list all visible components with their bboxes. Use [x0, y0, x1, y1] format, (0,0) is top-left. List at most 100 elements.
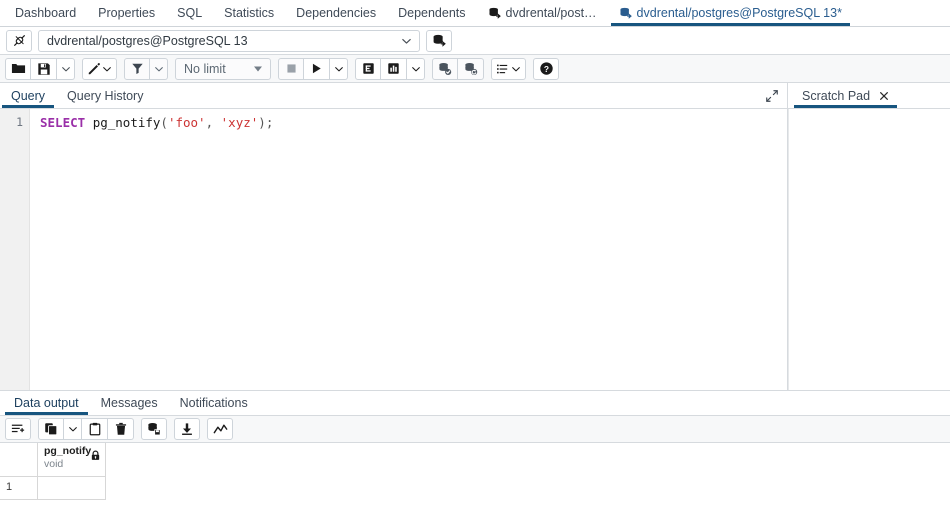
- row-limit-value: No limit: [184, 62, 226, 76]
- expand-panel-button[interactable]: [765, 83, 779, 108]
- connection-status-button[interactable]: [6, 30, 32, 52]
- macros-icon: [496, 62, 510, 76]
- explain-button-group: [355, 58, 425, 80]
- scratch-pad-textarea[interactable]: [788, 109, 950, 390]
- execute-button[interactable]: [304, 58, 330, 80]
- tab-messages[interactable]: Messages: [90, 391, 169, 415]
- tab-query-history[interactable]: Query History: [56, 83, 154, 108]
- chevron-down-icon: [61, 64, 71, 74]
- copy-icon: [44, 422, 58, 436]
- sql-token-keyword: SELECT: [40, 115, 85, 130]
- explain-analyze-button[interactable]: [381, 58, 407, 80]
- editor-scratch-split: Query Query History: [0, 83, 950, 390]
- save-data-icon: [147, 422, 161, 436]
- rollback-icon: [464, 62, 478, 76]
- sql-token-function: pg_notify: [93, 115, 161, 130]
- output-tab-bar: Data output Messages Notifications: [0, 390, 950, 416]
- download-button[interactable]: [174, 418, 200, 440]
- editor-tab-bar: Query Query History: [0, 83, 787, 109]
- manage-connections-button[interactable]: [426, 30, 452, 52]
- column-header-pg-notify[interactable]: pg_notify void: [38, 443, 106, 477]
- tab-label: SQL: [177, 7, 202, 20]
- database-icon: [488, 7, 501, 20]
- explain-dropdown[interactable]: [407, 58, 425, 80]
- sql-token-string: 'xyz': [221, 115, 259, 130]
- row-limit-select[interactable]: No limit: [175, 58, 271, 80]
- tab-statistics[interactable]: Statistics: [213, 0, 285, 26]
- add-row-group: [5, 418, 31, 440]
- database-list-icon: [432, 34, 446, 48]
- paste-button[interactable]: [82, 418, 108, 440]
- help-button[interactable]: ?: [533, 58, 559, 80]
- tab-sql[interactable]: SQL: [166, 0, 213, 26]
- tab-query-tool-1[interactable]: dvdrental/post…: [477, 0, 608, 26]
- trash-icon: [114, 422, 128, 436]
- stop-icon: [285, 62, 298, 75]
- tab-dependents[interactable]: Dependents: [387, 0, 476, 26]
- graph-visualiser-icon: [213, 422, 228, 437]
- plug-icon: [12, 33, 27, 48]
- sql-token-punct: ,: [206, 115, 221, 130]
- tab-properties[interactable]: Properties: [87, 0, 166, 26]
- tab-query-tool-2[interactable]: dvdrental/postgres@PostgreSQL 13*: [608, 0, 853, 26]
- add-row-button[interactable]: [5, 418, 31, 440]
- add-row-icon: [11, 422, 25, 436]
- copy-button[interactable]: [38, 418, 64, 440]
- explain-analyze-icon: [387, 62, 400, 75]
- svg-text:?: ?: [543, 64, 548, 74]
- close-icon[interactable]: [879, 91, 889, 101]
- database-icon: [619, 7, 632, 20]
- tab-dashboard[interactable]: Dashboard: [4, 0, 87, 26]
- sql-code[interactable]: SELECT pg_notify('foo', 'xyz');: [30, 109, 787, 390]
- open-file-button[interactable]: [5, 58, 31, 80]
- save-file-dropdown[interactable]: [57, 58, 75, 80]
- result-grid-header: pg_notify void: [0, 443, 950, 477]
- graph-visualiser-button[interactable]: [207, 418, 233, 440]
- tab-label: Scratch Pad: [802, 89, 870, 103]
- data-output-toolbar: [0, 416, 950, 443]
- tab-dependencies[interactable]: Dependencies: [285, 0, 387, 26]
- stop-button[interactable]: [278, 58, 304, 80]
- result-grid[interactable]: pg_notify void 1: [0, 443, 950, 500]
- help-button-group: ?: [533, 58, 559, 80]
- copy-group: [38, 418, 134, 440]
- help-icon: ?: [539, 61, 554, 76]
- chevron-down-icon: [68, 424, 78, 434]
- download-group: [174, 418, 200, 440]
- commit-button[interactable]: [432, 58, 458, 80]
- delete-row-button[interactable]: [108, 418, 134, 440]
- tab-label: Data output: [14, 396, 79, 410]
- explain-button[interactable]: [355, 58, 381, 80]
- chevron-down-icon: [154, 64, 164, 74]
- macros-button[interactable]: [491, 58, 526, 80]
- save-icon: [37, 62, 51, 76]
- connection-select[interactable]: dvdrental/postgres@PostgreSQL 13: [38, 30, 420, 52]
- query-editor-pane: Query Query History: [0, 83, 788, 390]
- table-row[interactable]: 1: [0, 477, 950, 500]
- row-number: 1: [0, 477, 38, 500]
- save-data-button[interactable]: [141, 418, 167, 440]
- tab-query[interactable]: Query: [0, 83, 56, 108]
- tab-label: Properties: [98, 7, 155, 20]
- connection-bar: dvdrental/postgres@PostgreSQL 13: [0, 27, 950, 55]
- query-toolbar: No limit: [0, 55, 950, 83]
- lock-icon: [90, 450, 101, 461]
- tab-label: dvdrental/post…: [506, 7, 597, 20]
- execute-dropdown[interactable]: [330, 58, 348, 80]
- save-file-button[interactable]: [31, 58, 57, 80]
- tab-data-output[interactable]: Data output: [3, 391, 90, 415]
- chevron-down-icon: [511, 64, 521, 74]
- tab-scratch-pad[interactable]: Scratch Pad: [794, 83, 897, 108]
- edit-button[interactable]: [82, 58, 117, 80]
- tab-notifications[interactable]: Notifications: [169, 391, 259, 415]
- filter-button[interactable]: [124, 58, 150, 80]
- chevron-down-icon: [254, 66, 262, 71]
- rollback-button[interactable]: [458, 58, 484, 80]
- commit-icon: [438, 62, 452, 76]
- execute-button-group: [278, 58, 348, 80]
- filter-dropdown[interactable]: [150, 58, 168, 80]
- table-cell[interactable]: [38, 477, 106, 500]
- sql-editor[interactable]: 1 SELECT pg_notify('foo', 'xyz');: [0, 109, 787, 390]
- copy-dropdown[interactable]: [64, 418, 82, 440]
- filter-icon: [131, 62, 144, 75]
